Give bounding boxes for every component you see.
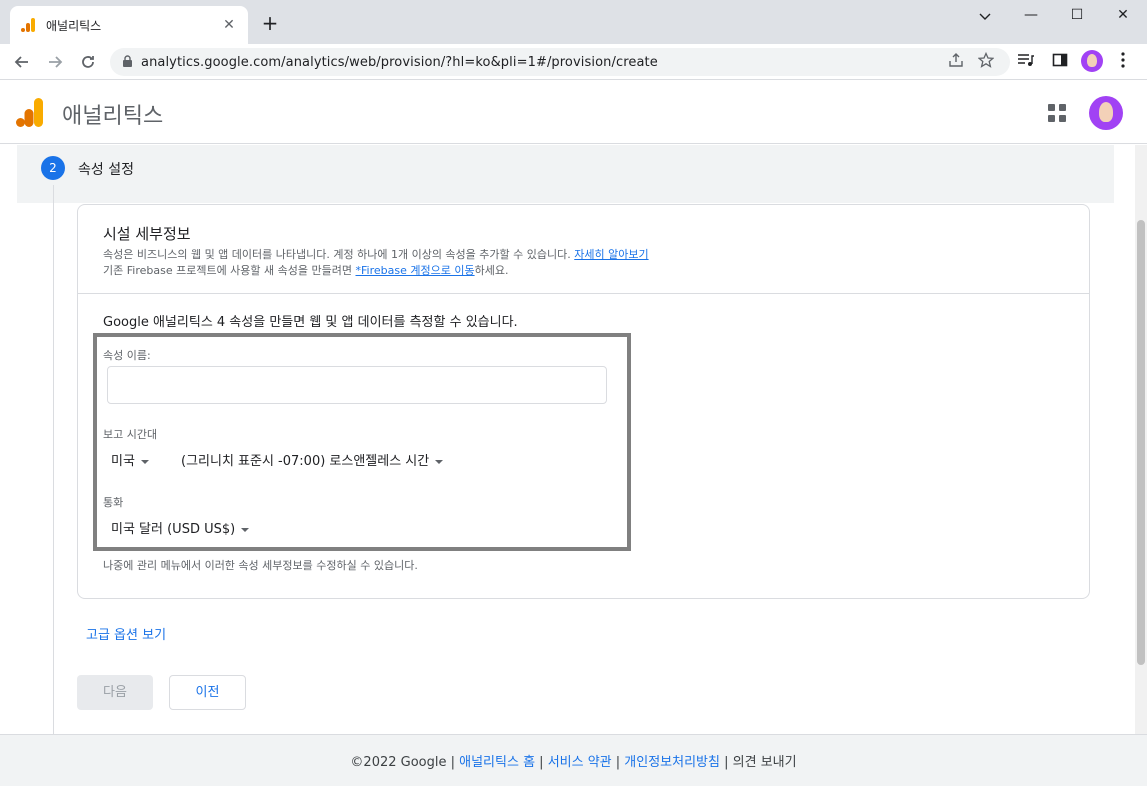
analytics-favicon-icon: [20, 17, 36, 33]
browser-tab[interactable]: 애널리틱스 ✕: [10, 6, 248, 44]
tab-close-icon[interactable]: ✕: [220, 17, 238, 33]
firebase-description: 기존 Firebase 프로젝트에 사용할 새 속성을 만들려면 *Fireba…: [103, 264, 509, 277]
next-button[interactable]: 다음: [77, 675, 153, 710]
bookmark-star-icon[interactable]: [977, 51, 995, 72]
dropdown-caret-icon: [140, 459, 149, 464]
url-text: analytics.google.com/analytics/web/provi…: [141, 54, 658, 70]
app-header: 애널리틱스: [0, 80, 1147, 144]
media-playlist-icon[interactable]: [1017, 52, 1035, 72]
forward-arrow-icon[interactable]: [43, 50, 67, 74]
account-avatar[interactable]: [1089, 96, 1123, 130]
dropdown-caret-icon: [241, 527, 250, 532]
advanced-options-link[interactable]: 고급 옵션 보기: [86, 624, 166, 643]
minimize-button[interactable]: —: [1008, 4, 1054, 28]
edit-later-note: 나중에 관리 메뉴에서 이러한 속성 세부정보를 수정하실 수 있습니다.: [103, 559, 418, 572]
vertical-scrollbar-thumb[interactable]: [1137, 220, 1145, 665]
property-details-card: 시설 세부정보 속성은 비즈니스의 웹 및 앱 데이터를 나타냅니다. 계정 하…: [77, 204, 1090, 599]
step-header: [17, 145, 1114, 203]
ga4-intro-text: Google 애널리틱스 4 속성을 만들면 웹 및 앱 데이터를 측정할 수 …: [103, 315, 518, 330]
close-window-button[interactable]: ✕: [1100, 4, 1146, 28]
timezone-label: 보고 시간대: [103, 428, 158, 441]
privacy-link[interactable]: 개인정보처리방침: [624, 755, 720, 770]
page-footer: ©2022 Google | 애널리틱스 홈 | 서비스 약관 | 개인정보처리…: [0, 734, 1147, 786]
stepper-line: [53, 185, 54, 734]
side-panel-icon[interactable]: [1052, 52, 1068, 72]
maximize-button[interactable]: ☐: [1054, 4, 1100, 28]
reload-icon[interactable]: [76, 50, 100, 74]
footer-links: ©2022 Google | 애널리틱스 홈 | 서비스 약관 | 개인정보처리…: [350, 755, 797, 770]
terms-link[interactable]: 서비스 약관: [548, 755, 612, 770]
analytics-logo-icon: [16, 96, 44, 128]
more-menu-icon[interactable]: [1121, 52, 1125, 72]
profile-avatar-small[interactable]: [1081, 50, 1103, 72]
timezone-select[interactable]: (그리니치 표준시 -07:00) 로스앤젤레스 시간: [181, 450, 444, 469]
analytics-home-link[interactable]: 애널리틱스 홈: [459, 755, 535, 770]
firebase-account-link[interactable]: *Firebase 계정으로 이동: [356, 264, 475, 277]
currency-label: 통화: [103, 496, 124, 509]
card-description: 속성은 비즈니스의 웹 및 앱 데이터를 나타냅니다. 계정 하나에 1개 이상…: [103, 248, 649, 261]
apps-grid-icon[interactable]: [1048, 104, 1066, 122]
feedback-link[interactable]: 의견 보내기: [733, 755, 797, 770]
step-number-badge: 2: [41, 156, 65, 180]
property-name-input[interactable]: [107, 366, 607, 404]
lock-icon: [122, 53, 133, 72]
back-arrow-icon[interactable]: [10, 50, 34, 74]
card-divider: [78, 293, 1089, 294]
address-bar[interactable]: analytics.google.com/analytics/web/provi…: [110, 48, 1010, 76]
property-name-label: 속성 이름:: [103, 349, 151, 362]
country-select[interactable]: 미국: [111, 450, 149, 469]
card-title: 시설 세부정보: [103, 225, 191, 243]
learn-more-link[interactable]: 자세히 알아보기: [574, 248, 648, 261]
property-form-highlight: 속성 이름: 보고 시간대 미국 (그리니치 표준시 -07:00) 로스앤젤레…: [93, 333, 631, 551]
step-title: 속성 설정: [78, 162, 134, 178]
currency-select[interactable]: 미국 달러 (USD US$): [111, 518, 250, 537]
browser-toolbar: analytics.google.com/analytics/web/provi…: [0, 44, 1147, 80]
dropdown-caret-icon: [435, 459, 444, 464]
main-content: 2 속성 설정 시설 세부정보 속성은 비즈니스의 웹 및 앱 데이터를 나타냅…: [0, 145, 1135, 734]
chevron-down-icon[interactable]: [962, 4, 1008, 28]
share-icon[interactable]: [948, 52, 964, 72]
browser-titlebar: 애널리틱스 ✕ + — ☐ ✕: [0, 0, 1147, 44]
new-tab-button[interactable]: +: [260, 12, 280, 34]
app-title: 애널리틱스: [62, 104, 164, 129]
tab-title: 애널리틱스: [46, 18, 102, 33]
previous-button[interactable]: 이전: [169, 675, 246, 710]
copyright-text: ©2022 Google: [350, 755, 447, 770]
